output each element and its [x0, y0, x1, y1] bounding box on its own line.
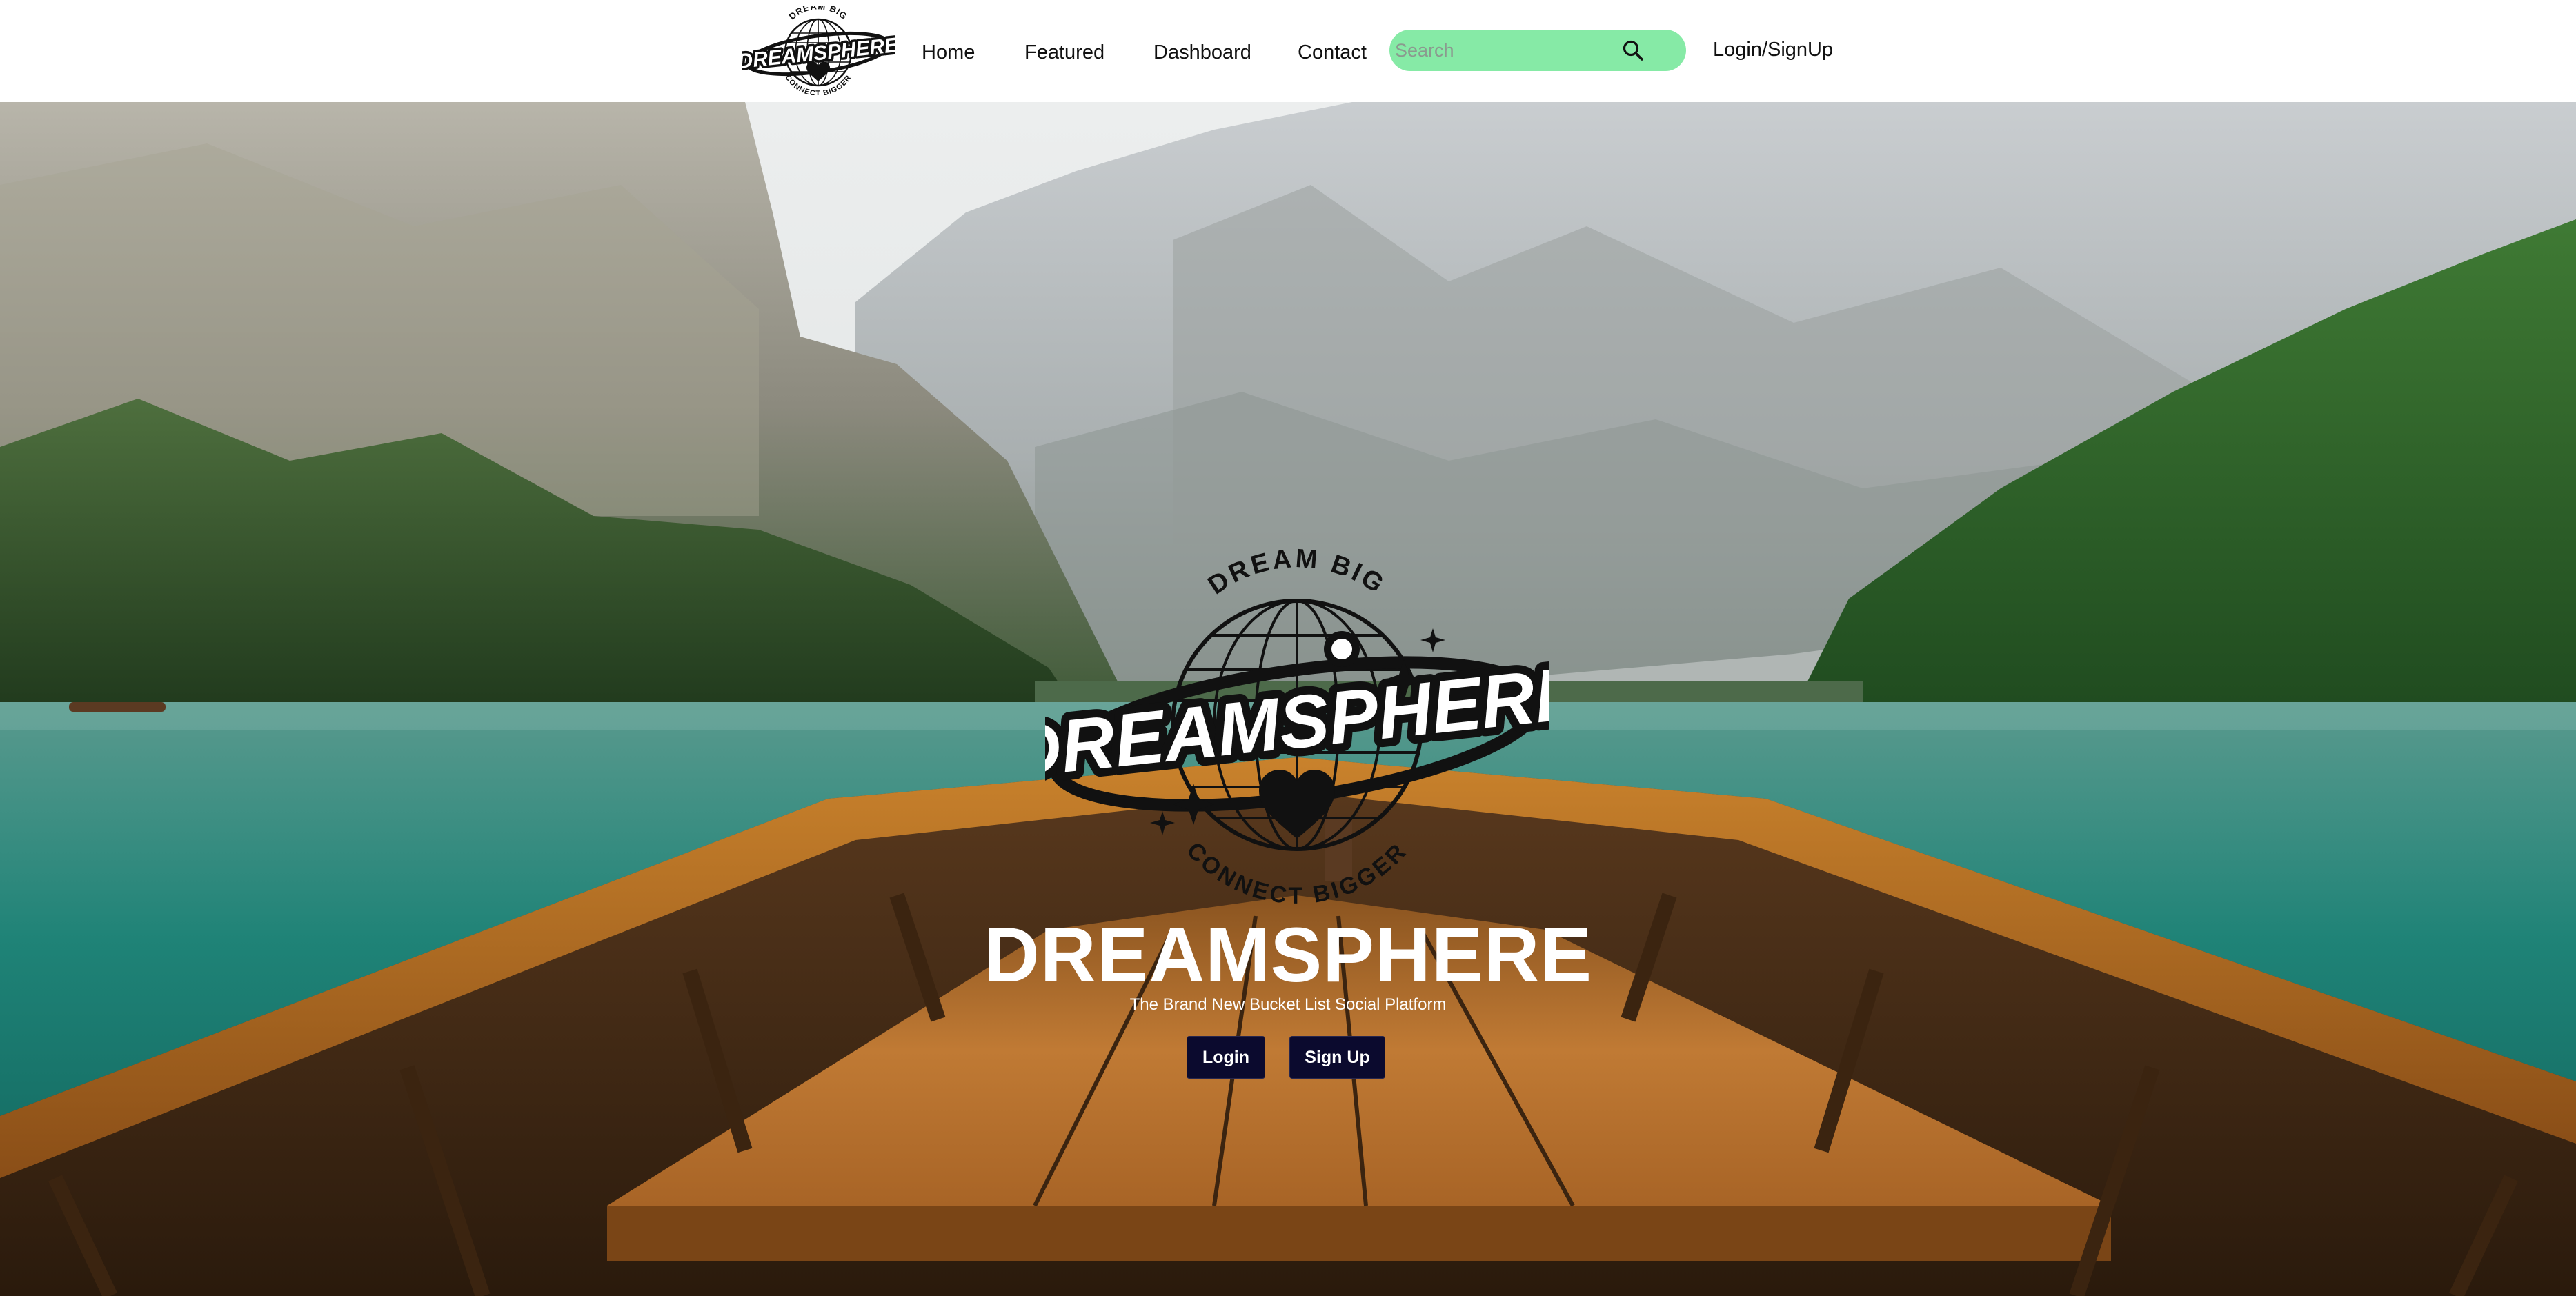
hero-dreamsphere-logo: DREAM BIG DREAMSPHERE CONNECT BIGGER	[1045, 544, 1549, 909]
signup-button[interactable]: Sign Up	[1289, 1036, 1385, 1079]
nav-link-featured[interactable]: Featured	[1024, 39, 1104, 66]
hero-subtitle: The Brand New Bucket List Social Platfor…	[1129, 995, 1447, 1014]
search-icon[interactable]	[1618, 36, 1649, 66]
sparkle-icon	[1173, 784, 1214, 825]
hero-section: DREAM BIG DREAMSPHERE CONNECT BIGGER DRE…	[0, 102, 2576, 1296]
svg-text:DREAM BIG: DREAM BIG	[1203, 544, 1391, 600]
search-input[interactable]	[1395, 37, 1623, 64]
nav-link-contact[interactable]: Contact	[1298, 39, 1367, 66]
dreamsphere-logo[interactable]: DREAM BIG DREAMSPHERE CONNECT BIGGER	[742, 6, 895, 95]
hero-title: DREAMSPHERE	[983, 912, 1593, 998]
sparkle-icon	[1150, 811, 1175, 835]
navbar: DREAM BIG DREAMSPHERE CONNECT BIGGER Hom…	[0, 0, 2576, 102]
sparkle-icon	[1420, 628, 1445, 652]
nav-link-dashboard[interactable]: Dashboard	[1153, 39, 1251, 66]
nav-link-home[interactable]: Home	[922, 39, 975, 66]
login-signup-link[interactable]: Login/SignUp	[1713, 36, 1833, 63]
login-button[interactable]: Login	[1187, 1036, 1265, 1079]
